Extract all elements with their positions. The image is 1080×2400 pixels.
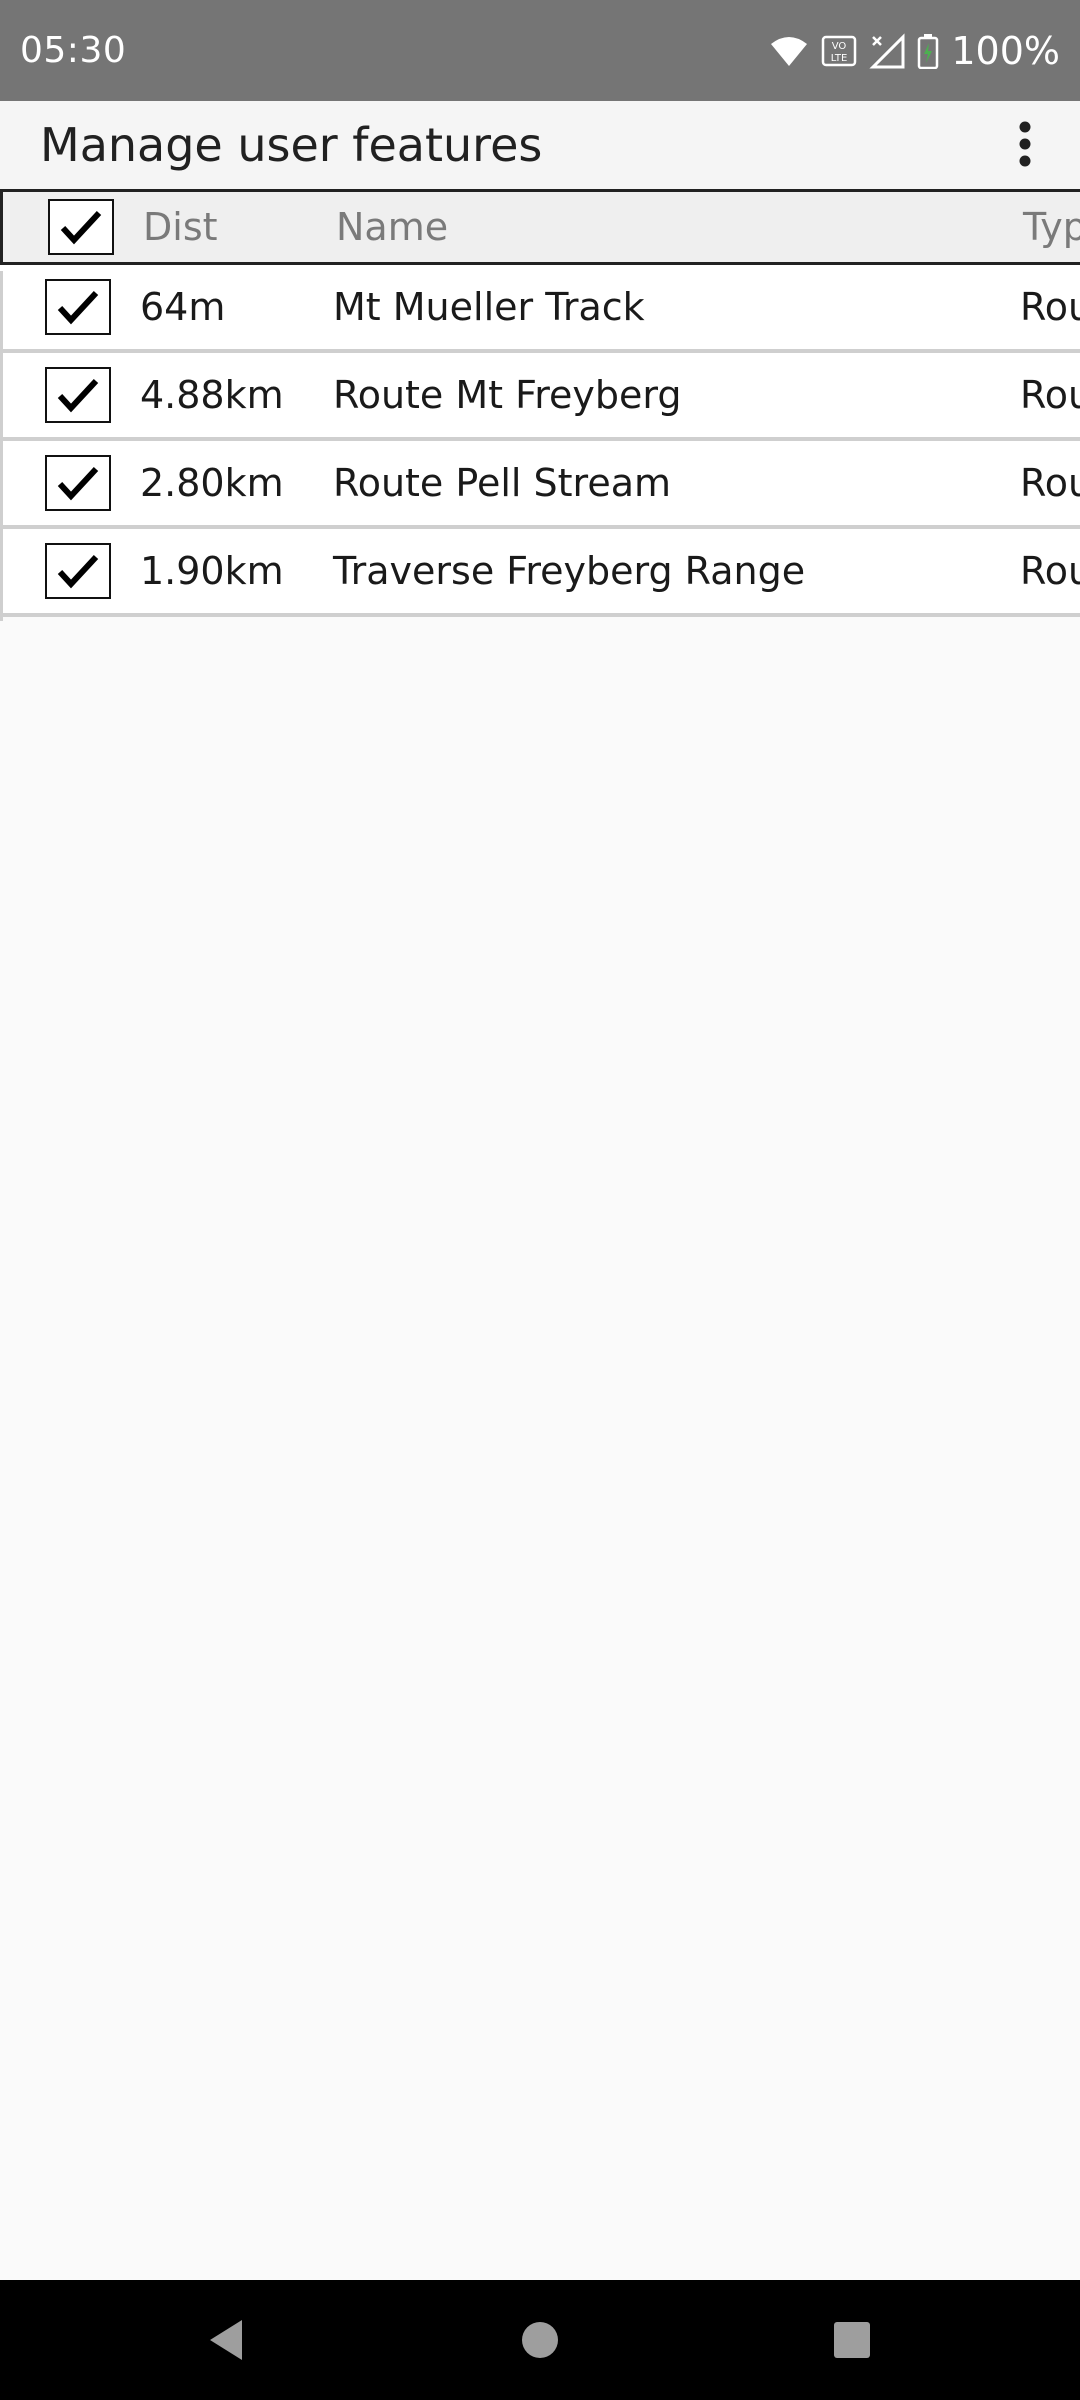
table-border [0,271,3,621]
check-icon [60,210,102,245]
recents-button[interactable] [812,2300,892,2380]
row-checkbox[interactable] [42,265,114,349]
more-options-button[interactable] [990,109,1060,179]
battery-charging-icon [917,33,939,69]
check-icon [57,290,99,325]
row-name: Route Mt Freyberg [333,373,682,417]
status-time: 05:30 [20,30,127,71]
table-row[interactable]: 2.80km Route Pell Stream Rou [0,441,1080,529]
check-icon [57,378,99,413]
row-name: Route Pell Stream [333,461,672,505]
table-header: Dist Name Typ [0,189,1080,265]
signal-icon [869,32,905,69]
status-bar: 05:30 VO LTE 100% [0,0,1080,101]
check-icon [57,466,99,501]
back-icon [210,2320,242,2360]
row-type: Rou [1020,461,1080,505]
column-header-type[interactable]: Typ [1023,192,1080,262]
row-dist: 64m [140,285,226,329]
navigation-bar [0,2280,1080,2400]
row-name: Mt Mueller Track [333,285,645,329]
home-button[interactable] [500,2300,580,2380]
row-type: Rou [1020,549,1080,593]
checkbox [45,543,111,599]
svg-text:LTE: LTE [831,53,848,64]
row-checkbox[interactable] [42,441,114,525]
check-icon [57,554,99,589]
wifi-icon [769,34,809,68]
checkbox [45,455,111,511]
row-name: Traverse Freyberg Range [333,549,806,593]
battery-percentage: 100% [951,28,1060,73]
table-row[interactable]: 1.90km Traverse Freyberg Range Rou [0,529,1080,617]
column-header-name[interactable]: Name [336,192,448,262]
checkbox [48,199,114,255]
more-vert-icon [1019,121,1031,167]
row-dist: 1.90km [140,549,284,593]
row-dist: 4.88km [140,373,284,417]
home-icon [522,2322,558,2358]
row-dist: 2.80km [140,461,284,505]
features-table: Dist Name Typ 64m Mt Mueller Track Rou 4… [0,189,1080,617]
page-title: Manage user features [40,118,543,172]
row-checkbox[interactable] [42,353,114,437]
table-row[interactable]: 4.88km Route Mt Freyberg Rou [0,353,1080,441]
column-header-dist[interactable]: Dist [143,192,218,262]
row-type: Rou [1020,373,1080,417]
checkbox [45,279,111,335]
volte-icon: VO LTE [821,34,857,68]
table-row[interactable]: 64m Mt Mueller Track Rou [0,265,1080,353]
checkbox [45,367,111,423]
row-type: Rou [1020,285,1080,329]
row-checkbox[interactable] [42,529,114,613]
back-button[interactable] [186,2300,266,2380]
recents-icon [834,2322,870,2358]
svg-text:VO: VO [832,41,847,52]
select-all-checkbox[interactable] [45,192,117,262]
status-icons: VO LTE 100% [769,29,1060,73]
app-bar: Manage user features [0,101,1080,189]
